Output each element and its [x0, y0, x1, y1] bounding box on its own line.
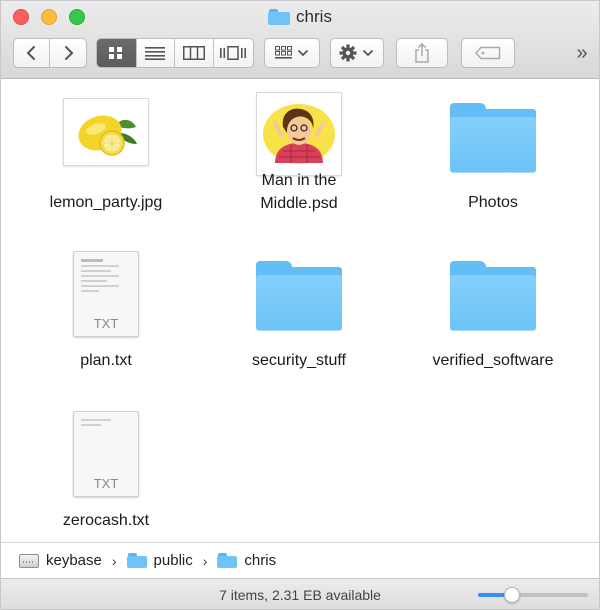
file-name-label: security_stuff	[252, 352, 346, 369]
lemon-image-thumbnail	[64, 99, 148, 165]
hard-drive-icon	[19, 553, 39, 568]
file-item-zerocash-txt[interactable]: TXT zerocash.txt	[16, 411, 196, 536]
text-document-icon: TXT	[73, 411, 139, 497]
folder-icon	[268, 9, 291, 25]
view-mode-control	[96, 38, 254, 68]
text-document-icon: TXT	[73, 251, 139, 337]
folder-icon	[126, 553, 147, 568]
file-item-photos[interactable]: Photos	[403, 101, 583, 221]
file-name-label: plan.txt	[80, 352, 132, 369]
file-item-security-stuff[interactable]: security_stuff	[209, 261, 389, 381]
column-view-button[interactable]	[175, 39, 214, 67]
share-icon	[415, 43, 429, 63]
slider-knob[interactable]	[504, 587, 520, 603]
path-separator: ›	[202, 552, 208, 569]
path-separator: ›	[111, 552, 117, 569]
chevron-right-icon	[65, 46, 74, 60]
document-preview-lines	[81, 419, 119, 429]
share-button[interactable]	[396, 38, 448, 68]
folder-icon	[217, 553, 238, 568]
icon-view-button[interactable]	[97, 39, 137, 67]
back-button[interactable]	[14, 39, 51, 67]
window-title-text: chris	[296, 7, 332, 26]
columns-icon	[182, 46, 205, 60]
path-bar: keybase › public › chris	[1, 542, 599, 578]
file-extension-label: TXT	[93, 476, 119, 491]
man-illustration-icon	[263, 104, 335, 164]
folder-icon	[256, 261, 342, 331]
arrange-grid-icon	[275, 46, 308, 59]
finder-window: chris » lemon_party.jpg Man in the Middl…	[0, 0, 600, 610]
grid-icon	[109, 47, 123, 59]
gear-icon	[339, 44, 373, 62]
file-name-label: verified_software	[432, 352, 554, 369]
back-forward-control	[13, 38, 87, 68]
toolbar-overflow-button[interactable]: »	[569, 40, 595, 66]
file-name-label: lemon_party.jpg	[49, 194, 163, 211]
path-item-chris[interactable]: chris	[244, 552, 276, 569]
folder-icon	[450, 261, 536, 331]
tag-icon	[475, 46, 501, 60]
path-item-public[interactable]: public	[154, 552, 193, 569]
action-button[interactable]	[330, 38, 384, 68]
folder-icon	[450, 103, 536, 173]
file-item-man-in-the-middle[interactable]: Man in the Middle.psd	[209, 93, 389, 238]
tag-button[interactable]	[461, 38, 515, 68]
path-item-keybase[interactable]: keybase	[46, 552, 102, 569]
chevron-left-icon	[26, 46, 35, 60]
title-bar: chris »	[1, 1, 599, 79]
list-icon	[145, 47, 166, 60]
window-title: chris	[1, 7, 599, 29]
arrange-button[interactable]	[264, 38, 320, 68]
icon-size-slider[interactable]	[478, 587, 588, 603]
cover-flow-icon	[220, 46, 247, 60]
lemon-icon	[78, 115, 137, 156]
file-name-label: Man in the Middle.psd	[209, 169, 389, 215]
document-preview-lines	[81, 259, 119, 295]
file-icon-grid: lemon_party.jpg Man in the Middle.psd Ph…	[1, 79, 599, 542]
forward-button[interactable]	[50, 39, 86, 67]
status-bar: 7 items, 2.31 EB available	[1, 578, 599, 609]
file-name-line-1: Man in the	[261, 172, 337, 189]
file-item-lemon-party[interactable]: lemon_party.jpg	[16, 99, 196, 219]
file-name-label: Photos	[468, 194, 518, 211]
man-illustration-thumbnail	[257, 93, 341, 175]
list-view-button[interactable]	[137, 39, 176, 67]
cover-flow-view-button[interactable]	[214, 39, 253, 67]
file-name-label: zerocash.txt	[62, 512, 150, 529]
file-item-verified-software[interactable]: verified_software	[403, 261, 583, 381]
file-name-line-2: Middle.psd	[260, 195, 338, 212]
file-item-plan-txt[interactable]: TXT plan.txt	[16, 251, 196, 376]
file-extension-label: TXT	[93, 316, 119, 331]
